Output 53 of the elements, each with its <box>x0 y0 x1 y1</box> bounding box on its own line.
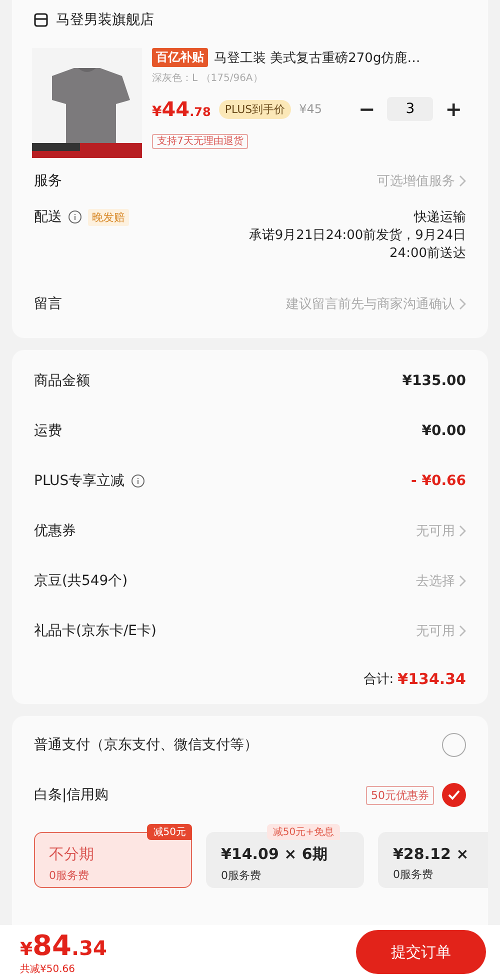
total-label: 合计: <box>363 671 394 688</box>
total-value: ¥134.34 <box>398 670 466 688</box>
payment-method[interactable]: 普通支付（京东支付、微信支付等） <box>34 736 258 754</box>
summary-label: PLUS专享立减 <box>34 472 125 490</box>
store-name[interactable]: 马登男装旗舰店 <box>56 11 154 29</box>
plus-price-badge: PLUS到手价 <box>218 100 292 118</box>
service-fee: 0服务费 <box>393 867 434 882</box>
check-icon <box>448 790 460 800</box>
payment-radio[interactable] <box>442 733 466 757</box>
service-fee: 0服务费 <box>221 868 262 883</box>
installment-tag: 减50元+免息 <box>266 824 340 840</box>
row-label: 留言 <box>34 295 62 313</box>
saved-amount: 共减¥50.66 <box>20 962 76 976</box>
chevron-right-icon <box>459 575 466 587</box>
original-price: ¥45 <box>299 102 322 116</box>
subsidy-badge: 百亿补贴 <box>152 48 208 67</box>
delivery-promise: 承诺9月21日24:00前发货，9月24日24:00前送达 <box>248 227 466 262</box>
payment-method[interactable]: 白条|信用购 <box>34 786 109 804</box>
product-price: ¥44.78 <box>152 97 211 121</box>
summary-label: 京豆(共549个) <box>34 572 128 590</box>
summary-label: 礼品卡(京东卡/E卡) <box>34 622 156 640</box>
quantity-field[interactable]: 3 <box>387 97 434 121</box>
payable-price: ¥84.34 <box>20 928 107 962</box>
chevron-right-icon <box>459 625 466 637</box>
installment-plan: ¥28.12 × <box>393 845 470 863</box>
summary-label: 商品金额 <box>34 372 90 390</box>
row-label: 服务 <box>34 172 62 190</box>
submit-order-button[interactable]: 提交订单 <box>356 930 486 974</box>
info-icon[interactable] <box>130 474 145 488</box>
increase-button[interactable]: + <box>441 97 466 121</box>
product-title[interactable]: 马登工装 美式复古重磅270g仿鹿… <box>214 48 420 66</box>
chevron-right-icon <box>459 525 466 537</box>
chevron-right-icon <box>459 175 466 187</box>
summary-value: ¥0.00 <box>422 423 466 439</box>
summary-label: 优惠券 <box>34 522 76 540</box>
installment-plan: 不分期 <box>49 845 95 864</box>
installment-plan: ¥14.09 × 6期 <box>221 845 328 864</box>
payment-radio[interactable] <box>442 783 466 807</box>
decrease-button[interactable]: − <box>354 97 380 121</box>
summary-value: ¥135.00 <box>402 373 466 389</box>
summary-value: - ¥0.66 <box>411 473 466 489</box>
installment-option[interactable]: ¥28.12 × 0服务费 <box>378 832 488 888</box>
info-icon[interactable] <box>68 210 82 224</box>
row-label: 配送 <box>34 208 62 226</box>
delivery-method[interactable]: 快递运输 <box>414 208 466 226</box>
coupon-tag: 50元优惠券 <box>366 786 434 804</box>
return-policy-tag: 支持7天无理由退货 <box>152 134 248 149</box>
store-icon <box>34 13 48 27</box>
chevron-right-icon <box>459 298 466 310</box>
service-fee: 0服务费 <box>49 868 90 883</box>
summary-label: 运费 <box>34 422 62 440</box>
installment-tag: 减50元 <box>147 824 192 840</box>
late-compensation-tag: 晚发赔 <box>88 208 129 226</box>
